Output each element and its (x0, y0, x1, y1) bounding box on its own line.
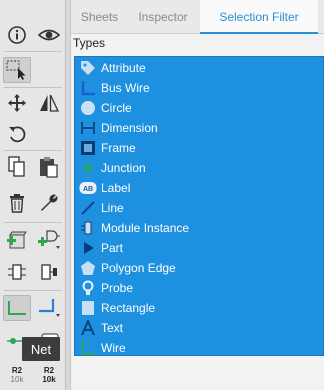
tab-sheets[interactable]: Sheets (71, 0, 128, 34)
label-icon: AB (79, 179, 97, 197)
types-list[interactable]: Attribute Bus Wire Circle Dimension Fram… (74, 56, 324, 356)
list-item[interactable]: Polygon Edge (75, 258, 323, 278)
item-label: Wire (101, 341, 126, 355)
paste-icon[interactable] (35, 154, 63, 180)
resistor-value-tool-alt[interactable]: R2 10k (38, 366, 60, 384)
tab-selection-filter[interactable]: Selection Filter (200, 0, 318, 34)
item-label: Part (101, 241, 124, 255)
rectangle-icon (79, 299, 97, 317)
tag-icon (79, 59, 97, 77)
list-item[interactable]: Dimension (75, 118, 323, 138)
item-label: Rectangle (101, 301, 156, 315)
line-icon (79, 199, 97, 217)
tab-inspector[interactable]: Inspector (128, 0, 198, 34)
list-item[interactable]: Bus Wire (75, 78, 323, 98)
trash-icon[interactable] (3, 190, 31, 216)
info-icon[interactable] (3, 22, 31, 48)
item-label: Junction (101, 161, 146, 175)
item-label: Polygon Edge (101, 261, 176, 275)
polygon-icon (79, 259, 97, 277)
eye-icon[interactable] (35, 22, 63, 48)
probe-icon (79, 279, 97, 297)
wire-tool-icon[interactable] (3, 295, 31, 321)
dimension-icon (79, 119, 97, 137)
add-part-icon[interactable] (3, 227, 31, 253)
toolbar-divider (4, 222, 62, 223)
list-item[interactable]: Part (75, 238, 323, 258)
copy-icon[interactable] (3, 154, 31, 180)
value-text: 10k (42, 375, 56, 384)
port-icon[interactable] (35, 259, 63, 285)
list-item[interactable]: Module Instance (75, 218, 323, 238)
module-icon[interactable] (3, 259, 31, 285)
tooltip: Net (22, 337, 60, 361)
item-label: Circle (101, 101, 132, 115)
module-instance-icon (79, 219, 97, 237)
toolbar-divider (4, 290, 62, 291)
frame-icon (79, 139, 97, 157)
toolbar-divider (4, 87, 62, 88)
wrench-icon[interactable] (35, 190, 63, 216)
rotate-icon[interactable] (3, 121, 31, 147)
item-label: Line (101, 201, 124, 215)
list-item[interactable]: Line (75, 198, 323, 218)
types-heading: Types (73, 36, 106, 50)
ref-text: R2 (11, 366, 23, 375)
item-label: Text (101, 321, 124, 335)
item-label: Probe (101, 281, 134, 295)
toolbar-divider (4, 150, 62, 151)
bus-tool-icon[interactable] (35, 295, 63, 321)
item-label: Bus Wire (101, 81, 150, 95)
bus-wire-icon (79, 79, 97, 97)
item-label: Module Instance (101, 221, 190, 235)
left-toolbar: AB R2 10k R2 10k Net (0, 0, 66, 390)
list-item[interactable]: Junction (75, 158, 323, 178)
value-text: 10k (10, 375, 24, 384)
item-label: Dimension (101, 121, 158, 135)
label-icon-text: AB (83, 186, 93, 193)
list-item[interactable]: Probe (75, 278, 323, 298)
list-item[interactable]: Attribute (75, 58, 323, 78)
list-item[interactable]: Text (75, 318, 323, 338)
circle-icon (79, 99, 97, 117)
toolbar-divider (4, 51, 62, 52)
part-icon (79, 239, 97, 257)
tab-bar: Sheets Inspector Selection Filter (71, 0, 324, 34)
move-icon[interactable] (3, 90, 31, 116)
resistor-value-tool[interactable]: R2 10k (6, 366, 28, 384)
wire-icon (79, 339, 97, 357)
add-gate-icon[interactable] (35, 227, 63, 253)
junction-icon (79, 159, 97, 177)
list-item[interactable]: AB Label (75, 178, 323, 198)
item-label: Label (101, 181, 131, 195)
mirror-icon[interactable] (35, 90, 63, 116)
list-item[interactable]: Rectangle (75, 298, 323, 318)
list-item[interactable]: Frame (75, 138, 323, 158)
item-label: Frame (101, 141, 136, 155)
list-item[interactable]: Wire (75, 338, 323, 358)
side-panel: Sheets Inspector Selection Filter Types … (70, 0, 324, 390)
select-tool-icon[interactable] (3, 57, 31, 83)
ref-text: R2 (43, 366, 55, 375)
list-item[interactable]: Circle (75, 98, 323, 118)
item-label: Attribute (101, 61, 146, 75)
text-icon (79, 319, 97, 337)
